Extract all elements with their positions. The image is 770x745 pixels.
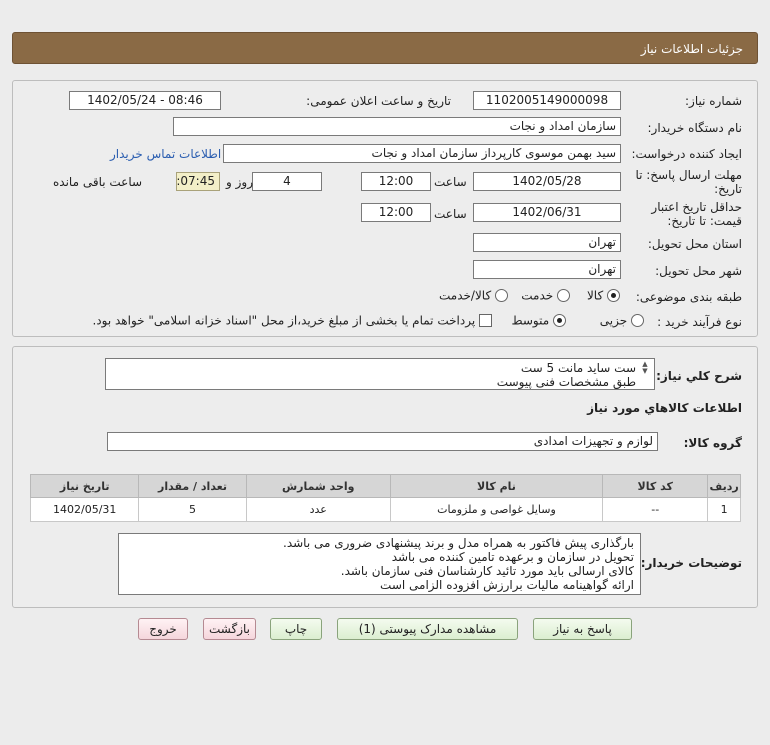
- cell-qty: 5: [138, 497, 247, 522]
- radio-selected-icon[interactable]: [607, 289, 620, 302]
- checkbox-icon[interactable]: [479, 314, 492, 327]
- col-row: ردیف: [707, 474, 741, 498]
- table-row: 1 -- وسایل غواصی و ملزومات عدد 5 1402/05…: [29, 497, 741, 522]
- validity-label-2: قیمت: تا تاریخ:: [667, 214, 742, 228]
- creator-field: سید بهمن موسوی کارپرداز سازمان امداد و ن…: [223, 144, 621, 163]
- radio-icon[interactable]: [557, 289, 570, 302]
- table-header-row: ردیف کد کالا نام کالا واحد شمارش تعداد /…: [29, 474, 741, 498]
- exit-button[interactable]: خروج: [138, 618, 188, 640]
- goods-group-label: گروه كالا:: [683, 436, 742, 450]
- col-name: نام کالا: [389, 474, 604, 498]
- cell-date: 1402/05/31: [29, 497, 140, 522]
- province-label: استان محل تحویل:: [647, 237, 742, 251]
- cell-name: وسایل غواصی و ملزومات: [389, 497, 604, 522]
- contact-buyer-link[interactable]: اطلاعات تماس خریدار: [110, 147, 221, 161]
- radio-icon[interactable]: [495, 289, 508, 302]
- buyer-note-line: ارائه گواهینامه مالیات برارزش افزوده الز…: [380, 578, 634, 592]
- category-goods-option[interactable]: کالا: [587, 288, 620, 303]
- buyer-note-line: کالای ارسالی باید مورد تائید کارشناسان ف…: [340, 564, 634, 578]
- print-button[interactable]: چاپ: [270, 618, 322, 640]
- radio-selected-icon[interactable]: [553, 314, 566, 327]
- province-field: تهران: [473, 233, 621, 252]
- buyer-notes-label: توضیحات خریدار:: [640, 556, 742, 570]
- col-date: تاریخ نیاز: [29, 474, 140, 498]
- remaining-label: ساعت باقی مانده: [53, 175, 143, 189]
- city-field: تهران: [473, 260, 621, 279]
- validity-time-label: ساعت: [434, 207, 467, 221]
- reply-button[interactable]: پاسخ به نیاز: [533, 618, 632, 640]
- reply-deadline-label: مهلت ارسال پاسخ: تا: [635, 168, 742, 182]
- cell-unit: عدد: [245, 497, 391, 522]
- col-unit: واحد شمارش: [245, 474, 391, 498]
- goods-table: ردیف کد کالا نام کالا واحد شمارش تعداد /…: [29, 474, 741, 522]
- announce-field: 1402/05/24 - 08:46: [69, 91, 221, 110]
- process-minor-option[interactable]: جزیی: [600, 313, 644, 328]
- summary-textarea[interactable]: ست ساید مانت 5 ست طبق مشخصات فنی پیوست: [105, 358, 655, 390]
- summary-line-1: ست ساید مانت 5 ست: [520, 361, 636, 375]
- summary-line-2: طبق مشخصات فنی پیوست: [496, 375, 636, 389]
- need-number-label: شماره نیاز:: [685, 94, 742, 108]
- validity-date-field: 1402/06/31: [473, 203, 621, 222]
- textarea-scroll-icon[interactable]: ▲ ▼: [640, 361, 650, 375]
- page-header: جزئیات اطلاعات نیاز: [12, 32, 758, 64]
- reply-date-field: 1402/05/28: [473, 172, 621, 191]
- back-button[interactable]: بازگشت: [203, 618, 256, 640]
- remaining-time-field: 03:07:45: [176, 172, 220, 191]
- radio-icon[interactable]: [631, 314, 644, 327]
- reply-time-label: ساعت: [434, 175, 467, 189]
- reply-time-field: 12:00: [361, 172, 431, 191]
- process-medium-option[interactable]: متوسط: [511, 313, 566, 328]
- validity-label: حداقل تاریخ اعتبار: [651, 200, 742, 214]
- category-label: طبقه بندی موضوعی:: [635, 290, 742, 304]
- announce-label: تاریخ و ساعت اعلان عمومی:: [306, 94, 451, 108]
- category-service-option[interactable]: خدمت: [521, 288, 570, 303]
- summary-label: شرح كلي نياز:: [656, 369, 742, 383]
- days-label: روز و: [226, 175, 253, 189]
- goods-section-title: اطلاعات كالاهاي مورد نياز: [587, 401, 742, 415]
- city-label: شهر محل تحویل:: [655, 264, 742, 278]
- col-code: کد کالا: [602, 474, 709, 498]
- buyer-notes-box: بارگذاری پیش فاکتور به همراه مدل و برند …: [118, 533, 641, 595]
- buyer-org-label: نام دستگاه خریدار:: [647, 121, 743, 135]
- buyer-note-line: تحویل در سازمان و برعهده تامین کننده می …: [391, 550, 634, 564]
- creator-label: ایجاد کننده درخواست:: [631, 147, 742, 161]
- cell-code: --: [602, 497, 709, 522]
- reply-deadline-label-2: تاریخ:: [714, 182, 742, 196]
- goods-group-field: لوازم و تجهیزات امدادی: [107, 432, 658, 451]
- validity-time-field: 12:00: [361, 203, 431, 222]
- need-number-field: 1102005149000098: [473, 91, 621, 110]
- buyer-note-line: بارگذاری پیش فاکتور به همراه مدل و برند …: [283, 536, 634, 550]
- buyer-org-field: سازمان امداد و نجات: [173, 117, 621, 136]
- cell-row: 1: [707, 497, 741, 522]
- treasury-checkbox-option[interactable]: پرداخت تمام یا بخشی از مبلغ خرید،از محل …: [92, 313, 492, 328]
- col-qty: تعداد / مقدار: [138, 474, 247, 498]
- process-label: نوع فرآیند خرید :: [657, 315, 742, 329]
- category-goods-service-option[interactable]: کالا/خدمت: [439, 288, 508, 303]
- days-field: 4: [252, 172, 322, 191]
- page-title: جزئیات اطلاعات نیاز: [640, 42, 743, 56]
- view-attachments-button[interactable]: مشاهده مدارک پیوستی (1): [337, 618, 518, 640]
